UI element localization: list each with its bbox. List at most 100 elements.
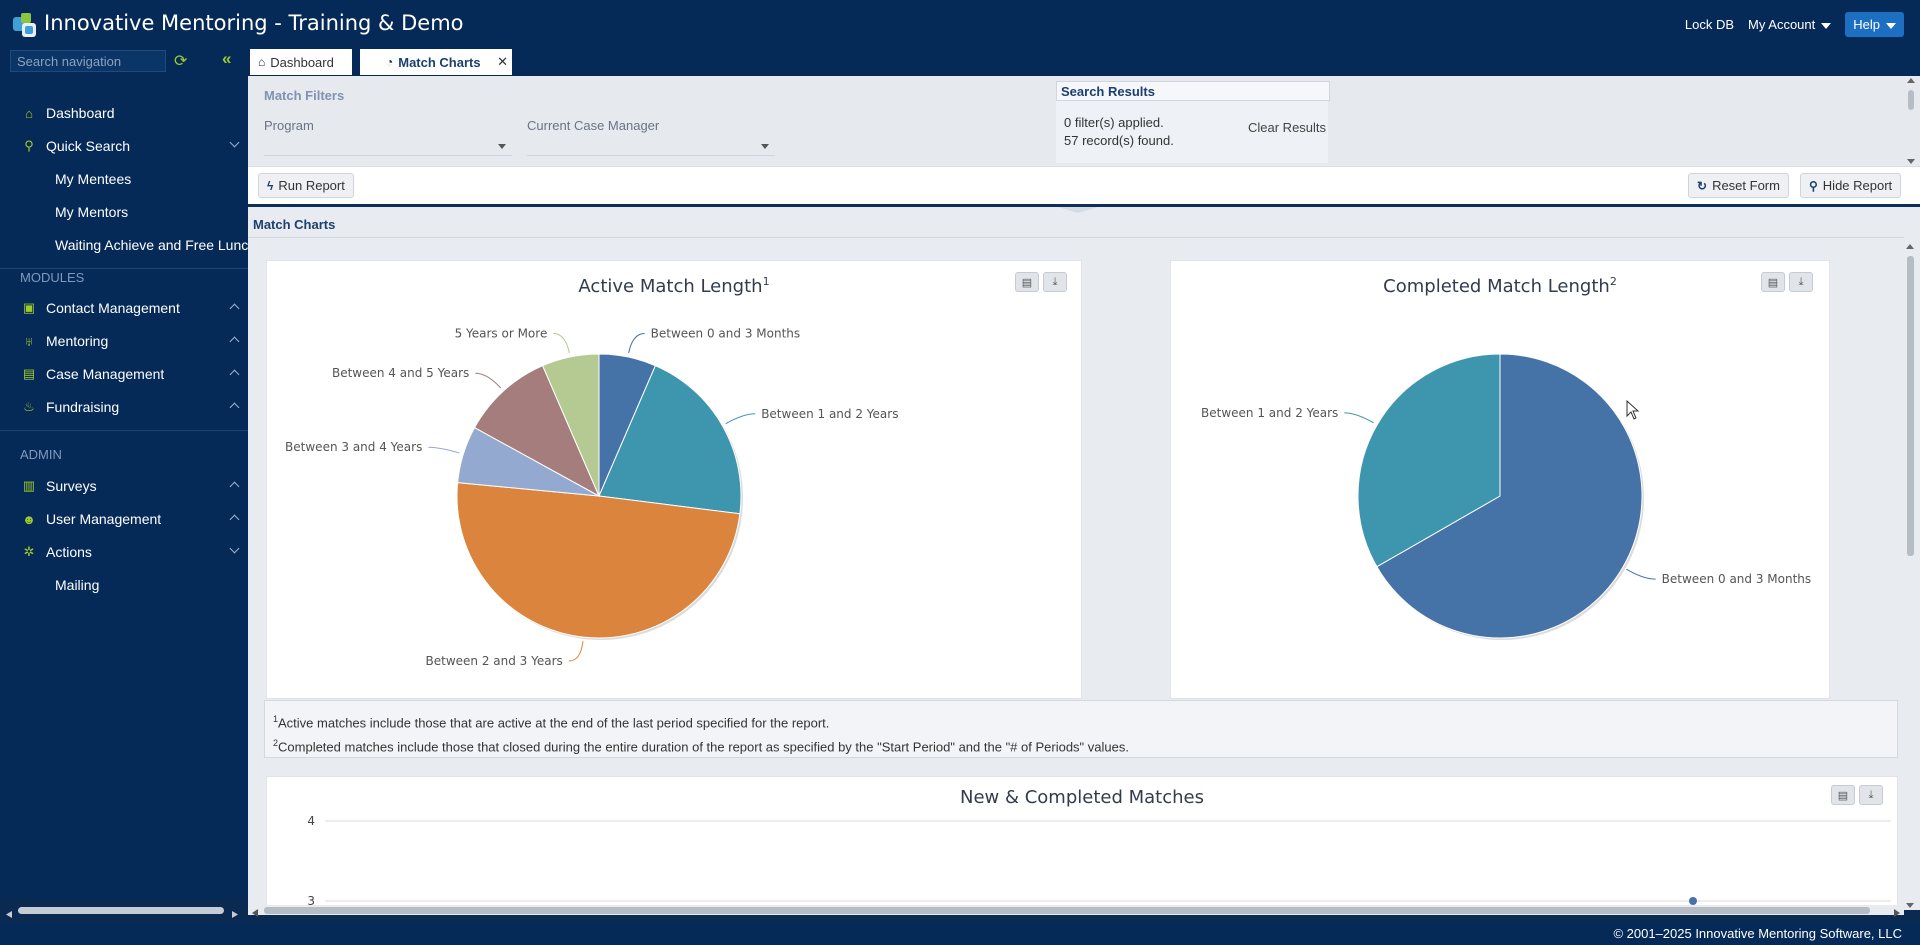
sidebar-item-surveys[interactable]: ▥ Surveys xyxy=(0,471,248,501)
sidebar-item-label: Mentoring xyxy=(46,333,109,349)
sidebar-item-label: Actions xyxy=(46,544,92,560)
app-title: Innovative Mentoring - Training & Demo xyxy=(44,11,464,35)
sidebar-item-quick-search[interactable]: ⚲ Quick Search xyxy=(0,131,248,161)
refresh-icon[interactable]: ⟳ xyxy=(174,51,187,71)
pie-connector-between-4-and-5-years xyxy=(475,372,502,389)
sidebar-divider xyxy=(0,430,248,431)
sidebar-item-label: My Mentees xyxy=(55,171,132,187)
scroll-up-icon[interactable] xyxy=(1906,244,1914,249)
sidebar-item-dashboard[interactable]: ⌂ Dashboard xyxy=(0,98,248,128)
help-label: Help xyxy=(1853,17,1880,32)
pie-label-5-years-or-more: 5 Years or More xyxy=(455,326,548,340)
footnote-2: 2Completed matches include those that cl… xyxy=(273,733,1889,757)
active-match-panel: Active Match Length1 ▤ ⤓ Between 0 and 3… xyxy=(266,260,1082,699)
scrollbar-thumb[interactable] xyxy=(1907,256,1914,556)
clipboard-icon: ▥ xyxy=(22,478,36,493)
mouse-cursor-icon xyxy=(1626,400,1640,420)
scrollbar-thumb[interactable] xyxy=(264,907,1870,914)
sidebar-item-fundraising[interactable]: ♨ Fundraising xyxy=(0,392,248,422)
program-select[interactable] xyxy=(264,136,512,156)
pie-connector-5-years-or-more xyxy=(553,332,570,354)
run-report-button[interactable]: ϟ Run Report xyxy=(258,173,354,198)
filters-applied-text: 0 filter(s) applied. xyxy=(1064,115,1164,130)
pie-chart-icon: ◔ xyxy=(386,55,394,69)
chevron-up-icon xyxy=(229,481,240,492)
scroll-down-icon[interactable] xyxy=(1907,159,1915,164)
app-logo-icon xyxy=(13,13,36,37)
hide-report-label: Hide Report xyxy=(1822,178,1893,193)
reset-form-button[interactable]: ↻ Reset Form xyxy=(1688,173,1789,198)
sidebar-item-label: User Management xyxy=(46,511,162,527)
sidebar-item-label: Surveys xyxy=(46,478,97,494)
reset-form-label: Reset Form xyxy=(1712,178,1780,193)
sidebar-item-contact-management[interactable]: ▣ Contact Management xyxy=(0,293,248,323)
bolt-icon: ϟ xyxy=(267,178,274,193)
footnote-1: 1Active matches include those that are a… xyxy=(273,709,1889,733)
main-content: Match Filters Program Current Case Manag… xyxy=(248,76,1920,917)
sidebar-item-my-mentors[interactable]: My Mentors xyxy=(0,197,248,227)
sidebar-item-actions[interactable]: ✲ Actions xyxy=(0,537,248,567)
tab-label: Match Charts xyxy=(398,54,481,70)
run-report-label: Run Report xyxy=(278,178,345,193)
user-cog-icon: ☻ xyxy=(22,511,36,527)
program-label: Program xyxy=(264,118,314,133)
pie-connector-between-0-and-3-months xyxy=(1626,568,1656,580)
hide-report-button[interactable]: ⚲ Hide Report xyxy=(1800,173,1902,198)
sidebar-item-label: Contact Management xyxy=(46,300,180,316)
scrollbar-thumb[interactable] xyxy=(18,907,224,914)
tab-dashboard[interactable]: ⌂ Dashboard xyxy=(250,49,352,75)
pie-label-between-0-and-3-months: Between 0 and 3 Months xyxy=(1662,572,1811,586)
footer: © 2001–2025 Innovative Mentoring Softwar… xyxy=(0,922,1920,945)
pie-connector-between-0-and-3-months xyxy=(628,332,645,354)
scrollbar-thumb[interactable] xyxy=(1908,90,1914,110)
chevron-up-icon xyxy=(229,336,240,347)
footnote-2-text: Completed matches include those that clo… xyxy=(278,739,1129,755)
sidebar-item-case-management[interactable]: ▤ Case Management xyxy=(0,359,248,389)
admin-header: ADMIN xyxy=(20,447,62,462)
my-account-label: My Account xyxy=(1748,17,1816,32)
filters-scrollbar[interactable] xyxy=(1906,78,1916,164)
case-manager-select[interactable] xyxy=(527,136,775,156)
records-found-text: 57 record(s) found. xyxy=(1064,133,1174,148)
main-hscrollbar[interactable] xyxy=(248,905,1904,917)
caret-down-icon xyxy=(498,144,506,149)
lock-db-link[interactable]: Lock DB xyxy=(1685,17,1734,32)
nav-search-input[interactable] xyxy=(10,50,166,72)
pie-connector-between-1-and-2-years xyxy=(725,413,756,425)
sidebar-divider xyxy=(0,268,248,269)
data-point[interactable] xyxy=(1689,897,1697,905)
filters-panel: Match Filters Program Current Case Manag… xyxy=(248,76,1920,166)
tab-match-charts[interactable]: ◔ Match Charts ✕ xyxy=(360,49,512,75)
clear-results-button[interactable]: Clear Results xyxy=(1248,120,1326,135)
donate-icon: ♨ xyxy=(23,399,35,414)
chevron-up-icon xyxy=(229,514,240,525)
sidebar-item-label: My Mentors xyxy=(55,204,129,220)
main-vscrollbar[interactable] xyxy=(1904,244,1916,908)
tab-label: Dashboard xyxy=(270,54,334,70)
sidebar-hscrollbar[interactable] xyxy=(6,906,238,918)
filters-title: Match Filters xyxy=(264,88,345,103)
sidebar-item-waiting-achieve[interactable]: Waiting Achieve and Free Lunch xyxy=(0,230,248,260)
footnote-1-text: Active matches include those that are ac… xyxy=(278,715,830,731)
home-icon: ⌂ xyxy=(25,105,33,121)
sidebar-item-mentoring[interactable]: ♅ Mentoring xyxy=(0,326,248,356)
scroll-down-icon[interactable] xyxy=(1906,903,1914,908)
caret-down-icon xyxy=(1886,22,1896,29)
collapse-sidebar-icon[interactable]: « xyxy=(222,49,231,69)
sidebar-item-user-management[interactable]: ☻ User Management xyxy=(0,504,248,534)
close-icon[interactable]: ✕ xyxy=(497,54,508,70)
pie-connector-between-2-and-3-years xyxy=(568,641,584,662)
report-toolbar: ϟ Run Report ↻ Reset Form ⚲ Hide Report xyxy=(248,166,1920,204)
pie-label-between-3-and-4-years: Between 3 and 4 Years xyxy=(285,440,422,454)
handshake-icon: ♅ xyxy=(24,333,34,349)
help-button[interactable]: Help xyxy=(1845,12,1904,37)
top-bar: Innovative Mentoring - Training & Demo L… xyxy=(0,0,1920,48)
my-account-menu[interactable]: My Account xyxy=(1748,17,1832,32)
sidebar-item-my-mentees[interactable]: My Mentees xyxy=(0,164,248,194)
y-tick-label: 4 xyxy=(307,814,315,828)
scroll-up-icon[interactable] xyxy=(1907,78,1915,83)
chevron-up-icon xyxy=(229,402,240,413)
pie-label-between-1-and-2-years: Between 1 and 2 Years xyxy=(761,407,898,421)
pie-label-between-0-and-3-months: Between 0 and 3 Months xyxy=(651,326,800,340)
sidebar-item-mailing[interactable]: Mailing xyxy=(0,570,248,600)
